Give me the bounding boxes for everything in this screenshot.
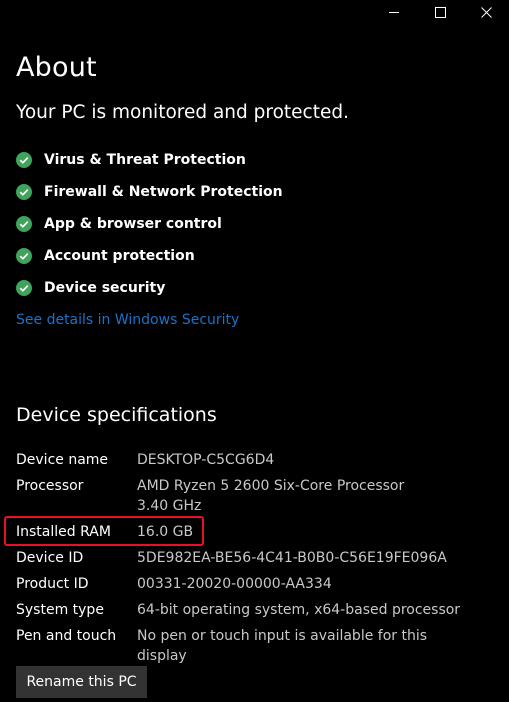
spec-row-pen-touch: Pen and touch No pen or touch input is a… [16, 626, 477, 664]
security-item-label: App & browser control [44, 216, 222, 232]
installed-ram-highlight [4, 516, 204, 546]
minimize-icon [388, 7, 400, 18]
protection-status-heading: Your PC is monitored and protected. [16, 102, 349, 123]
page-title: About [16, 52, 97, 83]
security-status-list: Virus & Threat Protection Firewall & Net… [16, 144, 283, 304]
check-circle-icon [16, 152, 32, 168]
security-item-device: Device security [16, 272, 283, 304]
security-item-virus: Virus & Threat Protection [16, 144, 283, 176]
spec-row-product-id: Product ID 00331-20020-00000-AA334 [16, 574, 477, 600]
security-item-label: Device security [44, 280, 166, 296]
maximize-button[interactable] [417, 0, 463, 24]
device-specifications-heading: Device specifications [16, 404, 217, 426]
check-circle-icon [16, 280, 32, 296]
spec-row-device-id: Device ID 5DE982EA-BE56-4C41-B0B0-C56E19… [16, 548, 477, 574]
processor-speed: 3.40 GHz [137, 498, 202, 514]
security-item-app-browser: App & browser control [16, 208, 283, 240]
check-circle-icon [16, 248, 32, 264]
close-icon [480, 6, 492, 18]
security-item-label: Account protection [44, 248, 195, 264]
security-item-label: Firewall & Network Protection [44, 184, 283, 200]
spec-value: 5DE982EA-BE56-4C41-B0B0-C56E19FE096A [137, 550, 447, 566]
spec-label: Device name [16, 452, 109, 468]
spec-value: DESKTOP-C5CG6D4 [137, 452, 275, 468]
title-bar-controls [371, 0, 509, 24]
rename-pc-button[interactable]: Rename this PC [16, 666, 147, 698]
about-window: About Your PC is monitored and protected… [0, 0, 509, 702]
spec-value: 00331-20020-00000-AA334 [137, 576, 332, 592]
maximize-icon [434, 6, 446, 18]
spec-row-device-name: Device name DESKTOP-C5CG6D4 [16, 450, 477, 476]
spec-value: No pen or touch input is available for t… [137, 628, 428, 664]
spec-value: 64-bit operating system, x64-based proce… [137, 602, 461, 618]
processor-name: AMD Ryzen 5 2600 Six-Core Processor [137, 478, 405, 494]
check-circle-icon [16, 184, 32, 200]
windows-security-details-link[interactable]: See details in Windows Security [16, 312, 239, 328]
spec-label: Device ID [16, 550, 84, 566]
spec-label: Pen and touch [16, 628, 117, 644]
spec-label: Product ID [16, 576, 89, 592]
spec-row-system-type: System type 64-bit operating system, x64… [16, 600, 477, 626]
security-item-firewall: Firewall & Network Protection [16, 176, 283, 208]
spec-label: System type [16, 602, 104, 618]
security-item-label: Virus & Threat Protection [44, 152, 246, 168]
check-circle-icon [16, 216, 32, 232]
device-specifications-table: Device name DESKTOP-C5CG6D4 Processor AM… [16, 448, 477, 664]
close-button[interactable] [463, 0, 509, 24]
minimize-button[interactable] [371, 0, 417, 24]
security-item-account: Account protection [16, 240, 283, 272]
